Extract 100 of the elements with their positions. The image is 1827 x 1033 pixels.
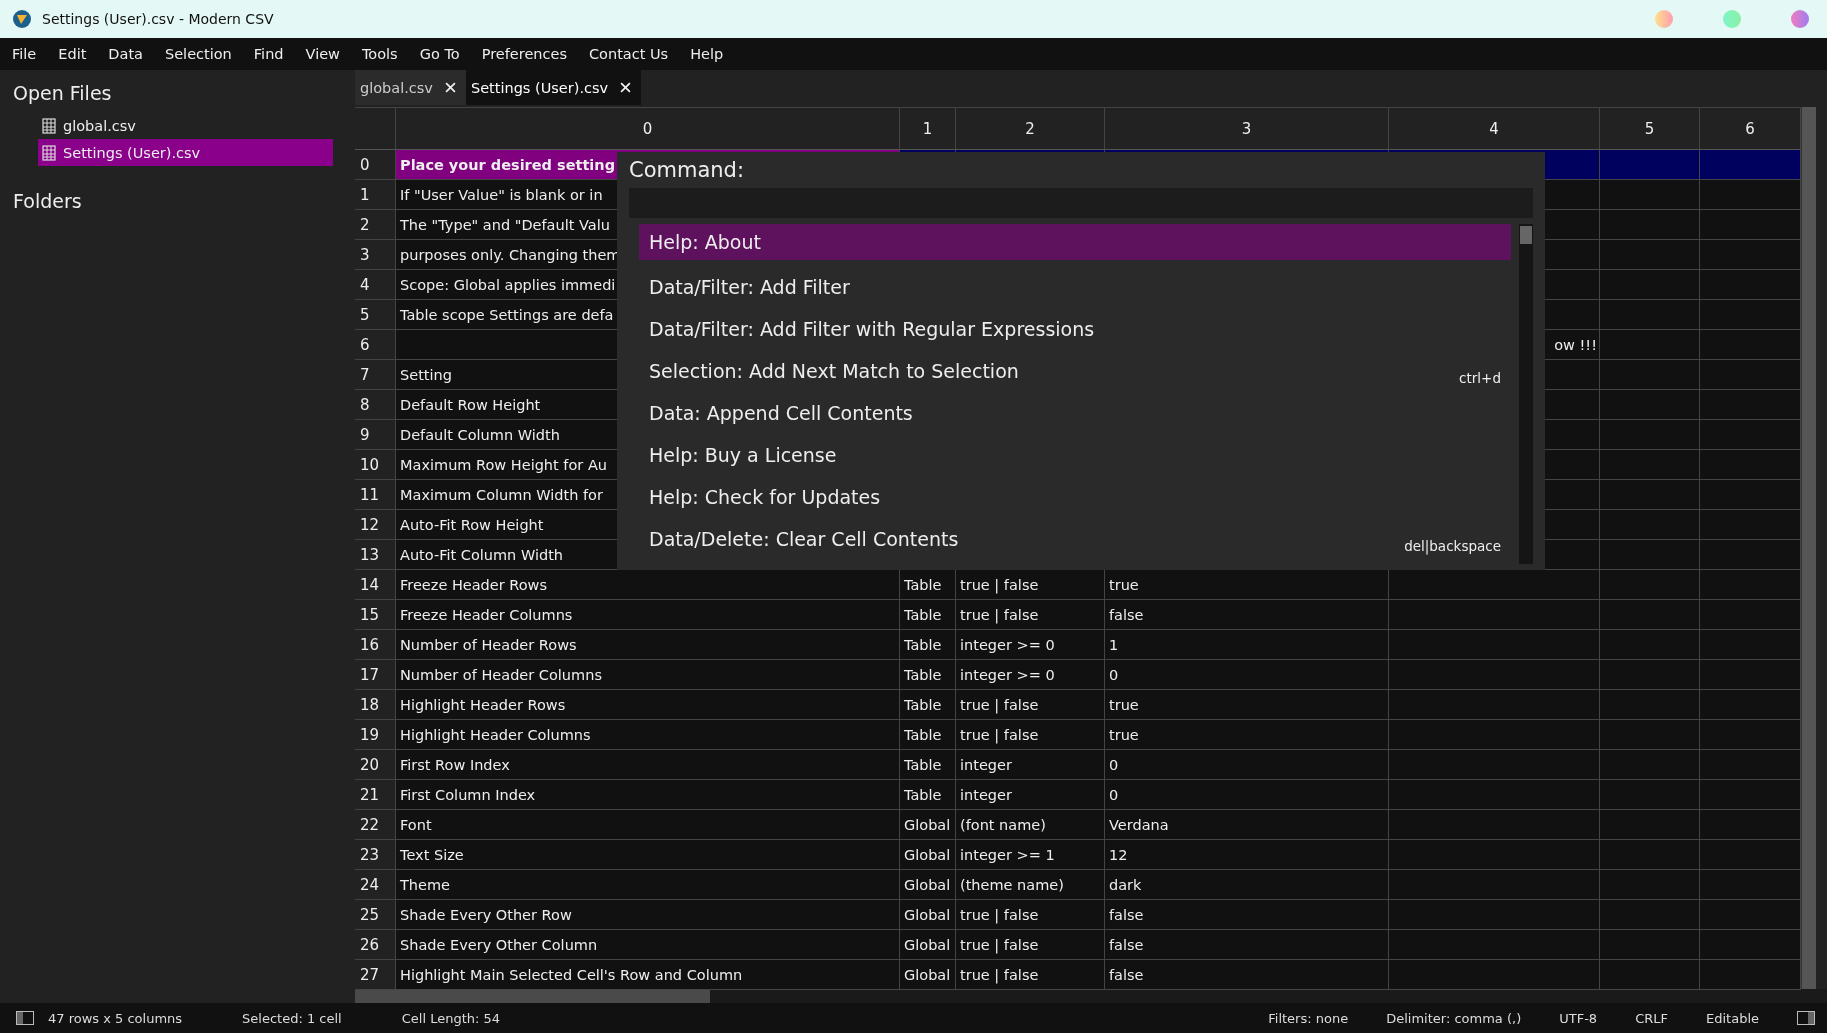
menu-item[interactable]: File [12,46,37,62]
row-header[interactable]: 18 [355,690,396,720]
row-header[interactable]: 10 [355,450,396,480]
menu-item[interactable]: Data [108,46,143,62]
table-cell: Table [900,750,956,780]
vertical-scrollbar[interactable] [1801,107,1816,989]
table-cell: false [1105,960,1389,990]
menu-item[interactable]: Edit [58,46,87,62]
section-heading: Open Files [12,82,113,104]
menu-item[interactable]: Tools [361,46,398,62]
shortcut-hint: del|backspace [1404,538,1501,557]
row-header[interactable]: 2 [355,210,396,240]
table-cell: 0 [1105,660,1389,690]
row-header[interactable]: 26 [355,930,396,960]
row-header[interactable]: 12 [355,510,396,540]
close-icon[interactable] [620,82,632,93]
row-header[interactable]: 23 [355,840,396,870]
table-cell: Table [900,690,956,720]
row-header[interactable]: 27 [355,960,396,990]
column-header[interactable]: 5 [1600,108,1700,150]
status-text: CRLF [1635,1010,1668,1026]
table-cell: integer [956,750,1105,780]
table-cell: true | false [956,570,1105,600]
row-header[interactable]: 0 [355,150,396,180]
row-header[interactable]: 4 [355,270,396,300]
table-cell: integer >= 0 [956,630,1105,660]
menu-item[interactable]: Contact Us [588,46,669,62]
sidebar-file[interactable]: Settings (User).csv [38,139,333,166]
row-header[interactable]: 20 [355,750,396,780]
column-header[interactable]: 2 [956,108,1105,150]
close-icon[interactable] [444,82,456,93]
row-header[interactable]: 16 [355,630,396,660]
sidebar-toggle-icon[interactable] [16,1011,34,1025]
table-cell: Number of Header Rows [396,630,900,660]
row-header[interactable]: 21 [355,780,396,810]
row-header[interactable]: 24 [355,870,396,900]
row-header[interactable]: 3 [355,240,396,270]
row-header[interactable]: 15 [355,600,396,630]
column-header[interactable]: 0 [396,108,900,150]
table-cell: Global [900,870,956,900]
table-cell: Table [900,720,956,750]
menu-item[interactable]: Help [690,46,724,62]
row-header[interactable]: 7 [355,360,396,390]
table-cell: (font name) [956,810,1105,840]
menu-item[interactable]: Selection [165,46,232,62]
shortcut-hint: ctrl+d [1459,370,1501,388]
scrollbar[interactable] [1519,224,1533,564]
spreadsheet-icon [42,117,56,134]
row-header[interactable]: 19 [355,720,396,750]
row-header[interactable]: 8 [355,390,396,420]
sidebar-file[interactable]: global.csv [38,112,333,139]
table-cell: 0 [1105,780,1389,810]
table-cell: true | false [956,930,1105,960]
row-header[interactable]: 14 [355,570,396,600]
corner-cell[interactable] [355,108,396,150]
status-text: Filters: none [1268,1010,1349,1026]
panel-toggle-icon[interactable] [1797,1011,1815,1025]
row-header[interactable]: 11 [355,480,396,510]
table-cell: Highlight Main Selected Cell's Row and Column [396,960,900,990]
row-header[interactable]: 17 [355,660,396,690]
window-title: Settings (User).csv - Modern CSV [42,11,274,27]
row-header[interactable]: 9 [355,420,396,450]
menu-item[interactable]: Go To [419,46,460,62]
table-cell: true [1105,690,1389,720]
table-cell: (theme name) [956,870,1105,900]
table-cell: false [1105,900,1389,930]
menu-item[interactable]: Preferences [481,46,567,62]
table-cell: First Row Index [396,750,900,780]
column-header[interactable]: 4 [1389,108,1600,150]
table-cell: Freeze Header Rows [396,570,900,600]
table-cell: Global [900,810,956,840]
status-text: Selected: 1 cell [242,1010,342,1026]
table-cell: integer >= 1 [956,840,1105,870]
status-text: Editable [1706,1010,1759,1026]
row-header[interactable]: 13 [355,540,396,570]
table-cell: First Column Index [396,780,900,810]
minimize-button[interactable] [1655,10,1673,28]
command-item[interactable]: Help: About [639,224,1511,260]
row-header[interactable]: 25 [355,900,396,930]
table-cell: Number of Header Columns [396,660,900,690]
table-cell: Table [900,780,956,810]
table-cell: Global [900,960,956,990]
table-cell: true [1105,570,1389,600]
column-header[interactable]: 3 [1105,108,1389,150]
column-header[interactable]: 1 [900,108,956,150]
table-cell: Global [900,900,956,930]
menu-item[interactable]: View [305,46,340,62]
close-button[interactable] [1791,10,1809,28]
file-tab[interactable]: global.csv [355,70,466,105]
row-header[interactable]: 6 [355,330,396,360]
menu-item[interactable]: Find [253,46,284,62]
table-cell: Table [900,660,956,690]
column-header[interactable]: 6 [1700,108,1801,150]
row-header[interactable]: 22 [355,810,396,840]
row-header[interactable]: 5 [355,300,396,330]
row-header[interactable]: 1 [355,180,396,210]
table-cell: Global [900,840,956,870]
table-cell: true | false [956,690,1105,720]
table-cell: true | false [956,960,1105,990]
file-tab[interactable]: Settings (User).csv [465,70,642,105]
